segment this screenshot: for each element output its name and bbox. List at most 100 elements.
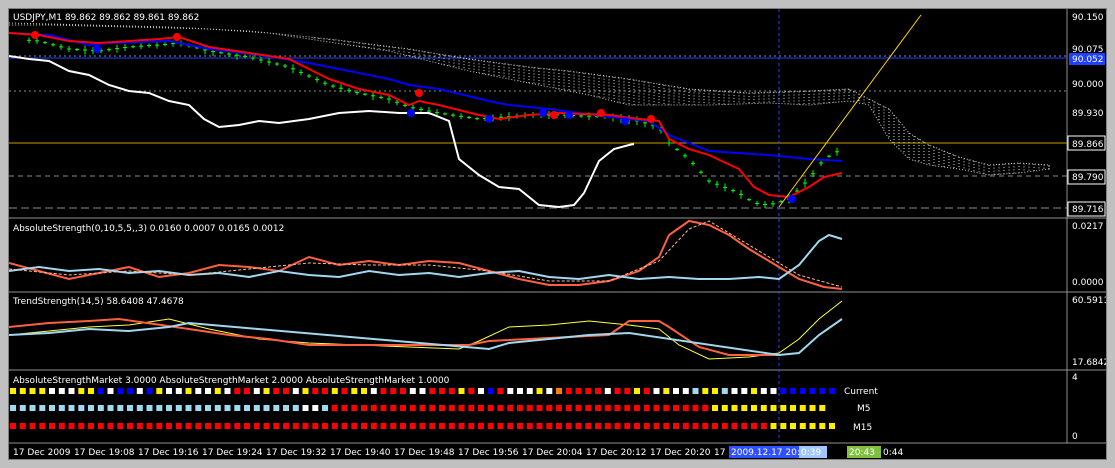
market-square[interactable] [799, 423, 806, 429]
market-square[interactable] [39, 388, 46, 394]
market-square[interactable] [692, 388, 699, 394]
market-square[interactable] [448, 423, 455, 429]
market-square[interactable] [673, 405, 679, 411]
market-square[interactable] [88, 423, 94, 429]
market-square[interactable] [409, 423, 416, 429]
market-square[interactable] [214, 405, 221, 411]
market-square[interactable] [283, 405, 289, 411]
market-square[interactable] [302, 388, 309, 394]
market-square[interactable] [478, 423, 484, 429]
market-square[interactable] [341, 423, 348, 429]
market-square[interactable] [273, 423, 280, 429]
market-square[interactable] [29, 388, 36, 394]
market-square[interactable] [409, 405, 416, 411]
market-square[interactable] [458, 405, 465, 411]
market-square[interactable] [624, 405, 631, 411]
market-square[interactable] [312, 388, 319, 394]
market-square[interactable] [478, 405, 484, 411]
market-square[interactable] [634, 405, 640, 411]
market-square[interactable] [419, 388, 426, 394]
market-square[interactable] [595, 423, 601, 429]
market-square[interactable] [712, 423, 718, 429]
market-square[interactable] [682, 405, 689, 411]
market-square[interactable] [283, 423, 289, 429]
market-square[interactable] [166, 388, 172, 394]
market-square[interactable] [556, 423, 562, 429]
market-square[interactable] [224, 423, 231, 429]
market-square[interactable] [292, 388, 299, 394]
abs-strength-bear-line[interactable] [8, 233, 843, 281]
market-square[interactable] [19, 388, 26, 394]
market-square[interactable] [643, 388, 650, 394]
market-square[interactable] [351, 423, 358, 429]
trend-strength-up-line[interactable] [8, 317, 779, 356]
market-square[interactable] [195, 405, 202, 411]
market-square[interactable] [49, 405, 55, 411]
market-square[interactable] [88, 405, 94, 411]
market-square[interactable] [146, 388, 153, 394]
market-square[interactable] [517, 423, 523, 429]
market-square[interactable] [585, 423, 592, 429]
market-square[interactable] [224, 405, 231, 411]
market-square[interactable] [78, 423, 85, 429]
market-square[interactable] [380, 423, 387, 429]
market-square[interactable] [195, 388, 202, 394]
market-square[interactable] [380, 388, 387, 394]
chikou-span-line[interactable] [8, 55, 635, 209]
market-square[interactable] [175, 388, 182, 394]
market-square[interactable] [770, 405, 777, 411]
market-square[interactable] [507, 405, 514, 411]
market-square[interactable] [88, 388, 94, 394]
market-square[interactable] [653, 405, 660, 411]
market-square[interactable] [731, 423, 738, 429]
market-square[interactable] [370, 423, 377, 429]
market-square[interactable] [214, 423, 221, 429]
market-square[interactable] [565, 388, 572, 394]
market-square[interactable] [604, 388, 611, 394]
market-square[interactable] [624, 388, 631, 394]
market-square[interactable] [741, 423, 748, 429]
market-square[interactable] [175, 405, 182, 411]
market-square[interactable] [68, 423, 75, 429]
market-square[interactable] [175, 423, 182, 429]
market-square[interactable] [731, 388, 738, 394]
market-square[interactable] [634, 388, 640, 394]
market-square[interactable] [205, 423, 211, 429]
market-square[interactable] [487, 423, 494, 429]
market-square[interactable] [292, 405, 299, 411]
market-square[interactable] [244, 405, 250, 411]
market-square[interactable] [575, 423, 582, 429]
market-square[interactable] [536, 405, 543, 411]
market-square[interactable] [604, 405, 611, 411]
market-square[interactable] [39, 405, 46, 411]
market-square[interactable] [185, 405, 192, 411]
cross-dot-blue[interactable] [93, 45, 101, 53]
market-square[interactable] [819, 423, 826, 429]
market-square[interactable] [400, 405, 406, 411]
market-square[interactable] [585, 405, 592, 411]
market-square[interactable] [351, 405, 358, 411]
market-square[interactable] [19, 405, 26, 411]
market-square[interactable] [497, 405, 504, 411]
cross-dot-red[interactable] [173, 33, 181, 41]
market-square[interactable] [565, 405, 572, 411]
market-square[interactable] [751, 405, 757, 411]
market-square[interactable] [643, 423, 650, 429]
market-square[interactable] [127, 423, 133, 429]
market-square[interactable] [546, 423, 553, 429]
market-square[interactable] [117, 423, 124, 429]
market-square[interactable] [517, 405, 523, 411]
market-square[interactable] [68, 388, 75, 394]
market-square[interactable] [829, 423, 835, 429]
market-square[interactable] [809, 388, 816, 394]
market-square[interactable] [614, 423, 621, 429]
market-square[interactable] [234, 423, 241, 429]
market-square[interactable] [146, 423, 153, 429]
market-square[interactable] [624, 423, 631, 429]
market-square[interactable] [10, 388, 16, 394]
market-square[interactable] [322, 423, 328, 429]
market-square[interactable] [214, 388, 221, 394]
market-square[interactable] [741, 405, 748, 411]
market-square[interactable] [117, 388, 124, 394]
market-square[interactable] [760, 405, 767, 411]
